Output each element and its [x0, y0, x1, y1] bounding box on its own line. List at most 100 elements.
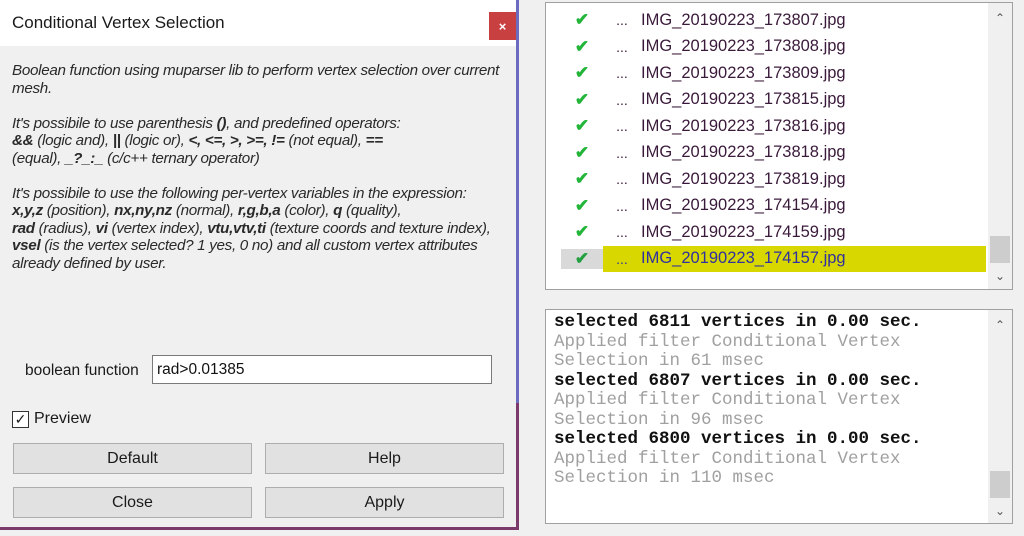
variable-token: nx,ny,nz — [114, 202, 172, 219]
checkmark-icon: ✔ — [574, 195, 590, 215]
description-text: (not equal), — [284, 132, 366, 149]
file-list-item[interactable]: ✔... IMG_20190223_174154.jpg — [561, 193, 986, 219]
filter-description: Boolean function using muparser lib to p… — [12, 62, 512, 290]
log-lines: selected 6811 vertices in 0.00 sec. Appli… — [554, 312, 922, 489]
description-text: (color), — [280, 202, 334, 219]
boolean-function-label: boolean function — [25, 362, 139, 379]
checkmark-icon: ✔ — [561, 248, 603, 269]
description-text: It's possibile to use parenthesis — [12, 114, 217, 132]
checkmark-icon: ✔ — [574, 63, 590, 82]
selection-highlight: ... IMG_20190223_174157.jpg — [603, 245, 986, 272]
file-name: IMG_20190223_174154.jpg — [641, 196, 846, 214]
scrollbar-thumb[interactable] — [990, 236, 1010, 263]
checkmark-icon: ✔ — [574, 10, 590, 29]
file-name: IMG_20190223_173816.jpg — [641, 116, 846, 135]
description-text: (quality), — [342, 202, 402, 219]
file-list-item[interactable]: ✔... IMG_20190223_173819.jpg — [561, 166, 986, 192]
file-name: IMG_20190223_173807.jpg — [641, 10, 846, 29]
checkmark-icon: ✔ — [574, 89, 590, 109]
file-list-item[interactable]: ✔... IMG_20190223_173818.jpg — [561, 140, 986, 166]
description-paragraph-3: It's possibile to use the following per-… — [12, 185, 512, 273]
description-text: (normal), — [171, 202, 238, 219]
variable-token: q — [333, 202, 343, 219]
variable-token: x,y,z — [12, 202, 43, 219]
scroll-up-icon[interactable]: ⌃ — [988, 7, 1012, 29]
log-line: Selection in 61 msec — [554, 351, 765, 371]
help-button[interactable]: Help — [265, 443, 504, 474]
operator-token: && — [12, 132, 34, 149]
default-button[interactable]: Default — [13, 443, 252, 474]
file-list-item[interactable]: ✔... IMG_20190223_174157.jpg — [561, 245, 986, 272]
checkmark-icon: ✔ — [574, 36, 590, 56]
description-text: (logic or), — [120, 132, 189, 149]
operator-token: || — [112, 132, 121, 149]
scroll-down-icon[interactable]: ⌄ — [988, 500, 1012, 522]
scrollbar-thumb[interactable] — [990, 471, 1010, 498]
close-window-button[interactable]: × — [489, 12, 516, 40]
checkbox-checked-icon[interactable]: ✓ — [12, 410, 29, 428]
log-line: Applied filter Conditional Vertex — [554, 390, 901, 410]
file-list-item[interactable]: ✔... IMG_20190223_173807.jpg — [561, 7, 986, 33]
file-list-item[interactable]: ✔... IMG_20190223_174159.jpg — [561, 219, 986, 245]
ellipsis-icon: ... — [616, 118, 628, 134]
log-line: selected 6807 vertices in 0.00 sec. — [554, 370, 922, 391]
scroll-up-icon[interactable]: ⌃ — [988, 314, 1012, 336]
description-paragraph-2: It's possibile to use parenthesis (), an… — [12, 115, 512, 168]
description-text: It's possibile to use the following per-… — [12, 184, 467, 202]
ellipsis-icon: ... — [616, 197, 628, 214]
description-text: Boolean function using muparser lib to p… — [12, 62, 500, 97]
checkmark-icon: ✔ — [574, 116, 590, 135]
operator-token: <, <=, >, >=, != — [188, 132, 285, 149]
file-list-item[interactable]: ✔... IMG_20190223_173809.jpg — [561, 60, 986, 86]
dialog-title: Conditional Vertex Selection — [12, 13, 225, 32]
dialog-titlebar[interactable]: Conditional Vertex Selection × — [0, 0, 516, 46]
conditional-vertex-selection-dialog: Conditional Vertex Selection × Boolean f… — [0, 0, 519, 530]
log-line: selected 6800 vertices in 0.00 sec. — [554, 429, 922, 449]
description-text: (position), — [42, 202, 115, 219]
file-name: IMG_20190223_173819.jpg — [641, 169, 846, 188]
file-name: IMG_20190223_173809.jpg — [641, 63, 846, 82]
log-panel[interactable]: selected 6811 vertices in 0.00 sec. Appli… — [545, 309, 1013, 524]
description-paragraph-1: Boolean function using muparser lib to p… — [12, 62, 512, 97]
description-text: (c/c++ ternary operator) — [103, 149, 260, 167]
log-line: Applied filter Conditional Vertex — [554, 331, 901, 352]
log-line: selected 6811 vertices in 0.00 sec. — [554, 312, 922, 332]
file-name: IMG_20190223_174157.jpg — [641, 249, 846, 267]
image-file-list[interactable]: ✔... IMG_20190223_173807.jpg ✔... IMG_20190… — [545, 2, 1013, 290]
file-name: IMG_20190223_173818.jpg — [641, 143, 846, 161]
preview-checkbox[interactable]: ✓ Preview — [12, 410, 91, 428]
apply-button[interactable]: Apply — [265, 487, 504, 518]
file-list-scrollbar[interactable]: ⌃ ⌄ — [988, 3, 1012, 289]
description-text: (equal), — [12, 149, 66, 167]
file-name: IMG_20190223_174159.jpg — [641, 222, 846, 241]
window-border — [516, 403, 519, 530]
description-text: (is the vertex selected? 1 yes, 0 no) an… — [12, 237, 478, 272]
log-scrollbar[interactable]: ⌃ ⌄ — [988, 310, 1012, 523]
file-list-item[interactable]: ✔... IMG_20190223_173808.jpg — [561, 34, 986, 60]
file-name: IMG_20190223_173815.jpg — [641, 90, 846, 108]
file-list-item[interactable]: ✔... IMG_20190223_173816.jpg — [561, 113, 986, 139]
variable-token: rad — [12, 219, 35, 237]
ellipsis-icon: ... — [616, 144, 628, 161]
file-name: IMG_20190223_173808.jpg — [641, 37, 846, 55]
description-text: (texture coords and texture index), — [265, 219, 491, 237]
file-list-item[interactable]: ✔... IMG_20190223_173815.jpg — [561, 87, 986, 113]
boolean-function-input[interactable] — [152, 355, 492, 384]
scroll-down-icon[interactable]: ⌄ — [988, 265, 1012, 287]
ellipsis-icon: ... — [616, 91, 628, 108]
checkmark-icon: ✔ — [574, 169, 590, 188]
log-line: Applied filter Conditional Vertex — [554, 448, 901, 469]
preview-label: Preview — [34, 410, 91, 427]
variable-token: vsel — [12, 237, 41, 254]
variable-token: vtu,vtv,ti — [207, 219, 266, 237]
operator-token: () — [216, 114, 227, 132]
log-line: Selection in 96 msec — [554, 409, 765, 430]
ellipsis-icon: ... — [616, 12, 628, 28]
description-text: (vertex index), — [107, 219, 208, 237]
log-line: Selection in 110 msec — [554, 468, 775, 488]
ellipsis-icon: ... — [616, 224, 628, 240]
ellipsis-icon: ... — [616, 250, 628, 267]
operator-token: _?_:_ — [65, 149, 104, 167]
description-text: (radius), — [34, 219, 96, 237]
close-button[interactable]: Close — [13, 487, 252, 518]
